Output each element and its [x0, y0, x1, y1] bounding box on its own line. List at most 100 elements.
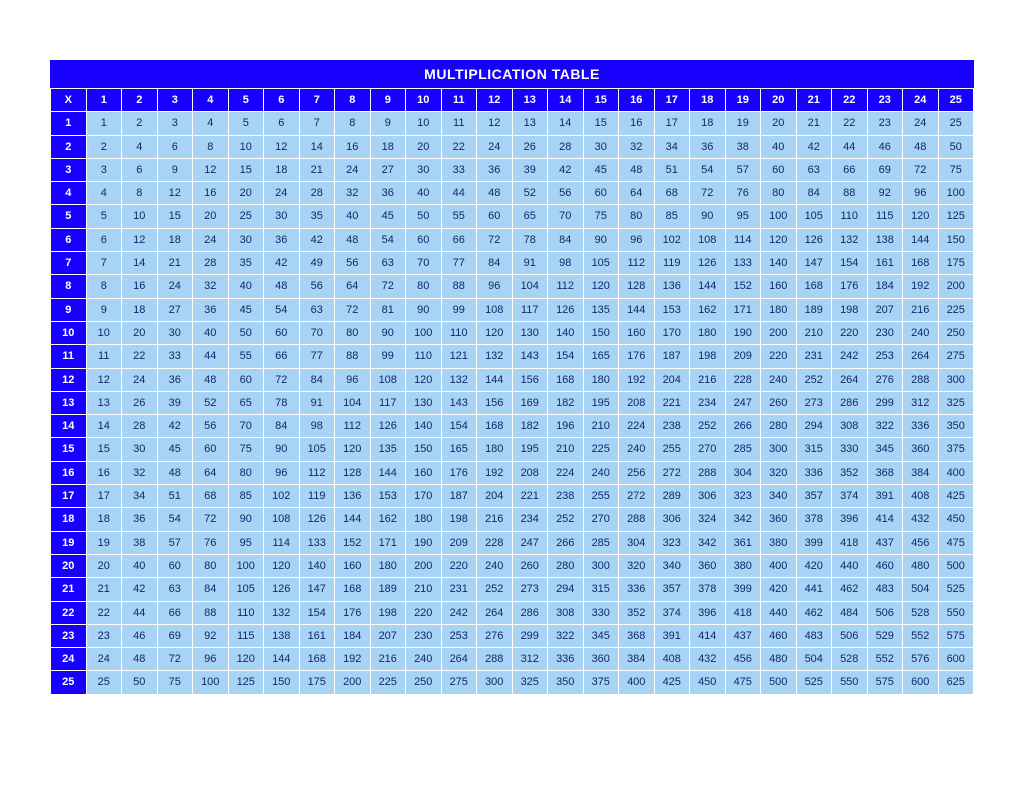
- table-row: 1818365472901081261441621801982162342522…: [51, 508, 974, 531]
- value-cell: 36: [264, 228, 300, 251]
- value-cell: 92: [867, 182, 903, 205]
- row-header: 6: [51, 228, 87, 251]
- row-header: 2: [51, 135, 87, 158]
- value-cell: 16: [86, 461, 122, 484]
- value-cell: 36: [122, 508, 158, 531]
- col-header: 1: [86, 89, 122, 112]
- value-cell: 190: [406, 531, 442, 554]
- value-cell: 228: [725, 368, 761, 391]
- col-header: 17: [654, 89, 690, 112]
- value-cell: 198: [370, 601, 406, 624]
- value-cell: 126: [796, 228, 832, 251]
- value-cell: 88: [441, 275, 477, 298]
- value-cell: 184: [335, 624, 371, 647]
- value-cell: 130: [406, 391, 442, 414]
- value-cell: 96: [619, 228, 655, 251]
- value-cell: 288: [619, 508, 655, 531]
- value-cell: 132: [441, 368, 477, 391]
- value-cell: 51: [157, 485, 193, 508]
- col-header: 21: [796, 89, 832, 112]
- value-cell: 42: [157, 415, 193, 438]
- row-header: 16: [51, 461, 87, 484]
- value-cell: 96: [193, 648, 229, 671]
- value-cell: 48: [477, 182, 513, 205]
- value-cell: 54: [690, 158, 726, 181]
- value-cell: 60: [477, 205, 513, 228]
- value-cell: 48: [193, 368, 229, 391]
- value-cell: 72: [477, 228, 513, 251]
- value-cell: 195: [512, 438, 548, 461]
- value-cell: 132: [264, 601, 300, 624]
- value-cell: 600: [938, 648, 974, 671]
- value-cell: 361: [725, 531, 761, 554]
- value-cell: 299: [512, 624, 548, 647]
- value-cell: 44: [832, 135, 868, 158]
- value-cell: 105: [299, 438, 335, 461]
- value-cell: 240: [619, 438, 655, 461]
- row-header: 13: [51, 391, 87, 414]
- row-header: 20: [51, 554, 87, 577]
- value-cell: 19: [725, 112, 761, 135]
- value-cell: 28: [193, 252, 229, 275]
- value-cell: 60: [264, 321, 300, 344]
- value-cell: 14: [86, 415, 122, 438]
- value-cell: 112: [619, 252, 655, 275]
- value-cell: 42: [299, 228, 335, 251]
- value-cell: 357: [654, 578, 690, 601]
- value-cell: 275: [441, 671, 477, 694]
- value-cell: 450: [938, 508, 974, 531]
- value-cell: 120: [264, 554, 300, 577]
- value-cell: 506: [832, 624, 868, 647]
- value-cell: 143: [441, 391, 477, 414]
- value-cell: 4: [122, 135, 158, 158]
- value-cell: 288: [903, 368, 939, 391]
- value-cell: 44: [122, 601, 158, 624]
- table-row: 1212243648607284961081201321441561681801…: [51, 368, 974, 391]
- value-cell: 114: [264, 531, 300, 554]
- value-cell: 216: [690, 368, 726, 391]
- value-cell: 45: [583, 158, 619, 181]
- value-cell: 66: [157, 601, 193, 624]
- corner-cell: X: [51, 89, 87, 112]
- value-cell: 168: [299, 648, 335, 671]
- value-cell: 84: [299, 368, 335, 391]
- value-cell: 21: [796, 112, 832, 135]
- value-cell: 460: [761, 624, 797, 647]
- value-cell: 156: [477, 391, 513, 414]
- row-header: 25: [51, 671, 87, 694]
- value-cell: 63: [157, 578, 193, 601]
- value-cell: 15: [228, 158, 264, 181]
- col-header: 12: [477, 89, 513, 112]
- value-cell: 528: [903, 601, 939, 624]
- value-cell: 60: [761, 158, 797, 181]
- value-cell: 140: [548, 321, 584, 344]
- value-cell: 308: [832, 415, 868, 438]
- value-cell: 175: [299, 671, 335, 694]
- value-cell: 552: [867, 648, 903, 671]
- value-cell: 176: [441, 461, 477, 484]
- value-cell: 21: [86, 578, 122, 601]
- value-cell: 391: [654, 624, 690, 647]
- value-cell: 418: [832, 531, 868, 554]
- value-cell: 9: [370, 112, 406, 135]
- value-cell: 120: [477, 321, 513, 344]
- value-cell: 138: [264, 624, 300, 647]
- value-cell: 414: [867, 508, 903, 531]
- table-row: 3369121518212427303336394245485154576063…: [51, 158, 974, 181]
- value-cell: 12: [157, 182, 193, 205]
- value-cell: 1: [86, 112, 122, 135]
- table-row: 2121426384105126147168189210231252273294…: [51, 578, 974, 601]
- value-cell: 252: [796, 368, 832, 391]
- value-cell: 120: [228, 648, 264, 671]
- value-cell: 324: [690, 508, 726, 531]
- row-header: 8: [51, 275, 87, 298]
- table-row: 2020406080100120140160180200220240260280…: [51, 554, 974, 577]
- value-cell: 18: [157, 228, 193, 251]
- value-cell: 152: [335, 531, 371, 554]
- row-header: 11: [51, 345, 87, 368]
- value-cell: 126: [690, 252, 726, 275]
- value-cell: 340: [654, 554, 690, 577]
- value-cell: 102: [654, 228, 690, 251]
- value-cell: 14: [122, 252, 158, 275]
- value-cell: 144: [335, 508, 371, 531]
